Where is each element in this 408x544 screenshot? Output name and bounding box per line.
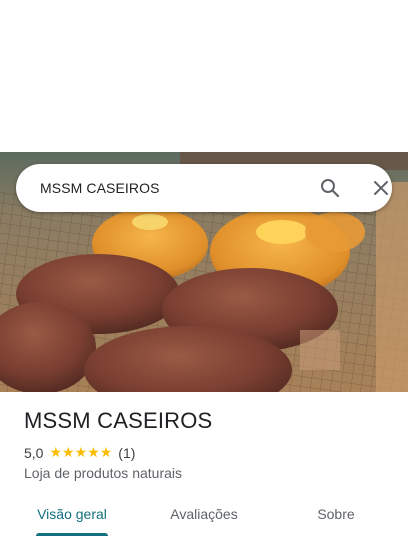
place-title: MSSM CASEIROS bbox=[24, 408, 213, 433]
star-icon: ★ bbox=[49, 445, 63, 461]
close-icon[interactable] bbox=[369, 176, 393, 200]
active-tab-indicator bbox=[36, 533, 108, 536]
tab-about[interactable]: Sobre bbox=[296, 496, 376, 534]
star-icon: ★ bbox=[99, 445, 113, 461]
map-top-area bbox=[0, 0, 408, 152]
tab-reviews[interactable]: Avaliações bbox=[152, 496, 256, 534]
tab-overview[interactable]: Visão geral bbox=[24, 496, 120, 534]
review-count[interactable]: (1) bbox=[118, 445, 135, 461]
rating-row[interactable]: 5,0 ★ ★ ★ ★ ★ (1) bbox=[24, 445, 135, 461]
star-icon: ★ bbox=[74, 445, 88, 461]
star-icon: ★ bbox=[62, 445, 75, 461]
rating-value: 5,0 bbox=[24, 445, 44, 461]
place-tabs: Visão geral Avaliações Sobre bbox=[0, 496, 408, 544]
search-icon[interactable] bbox=[318, 176, 342, 200]
place-category: Loja de produtos naturais bbox=[24, 465, 182, 481]
star-icon: ★ bbox=[87, 445, 100, 461]
star-rating: ★ ★ ★ ★ ★ bbox=[49, 446, 112, 460]
search-box[interactable]: MSSM CASEIROS bbox=[16, 164, 392, 212]
search-input[interactable]: MSSM CASEIROS bbox=[40, 164, 160, 212]
